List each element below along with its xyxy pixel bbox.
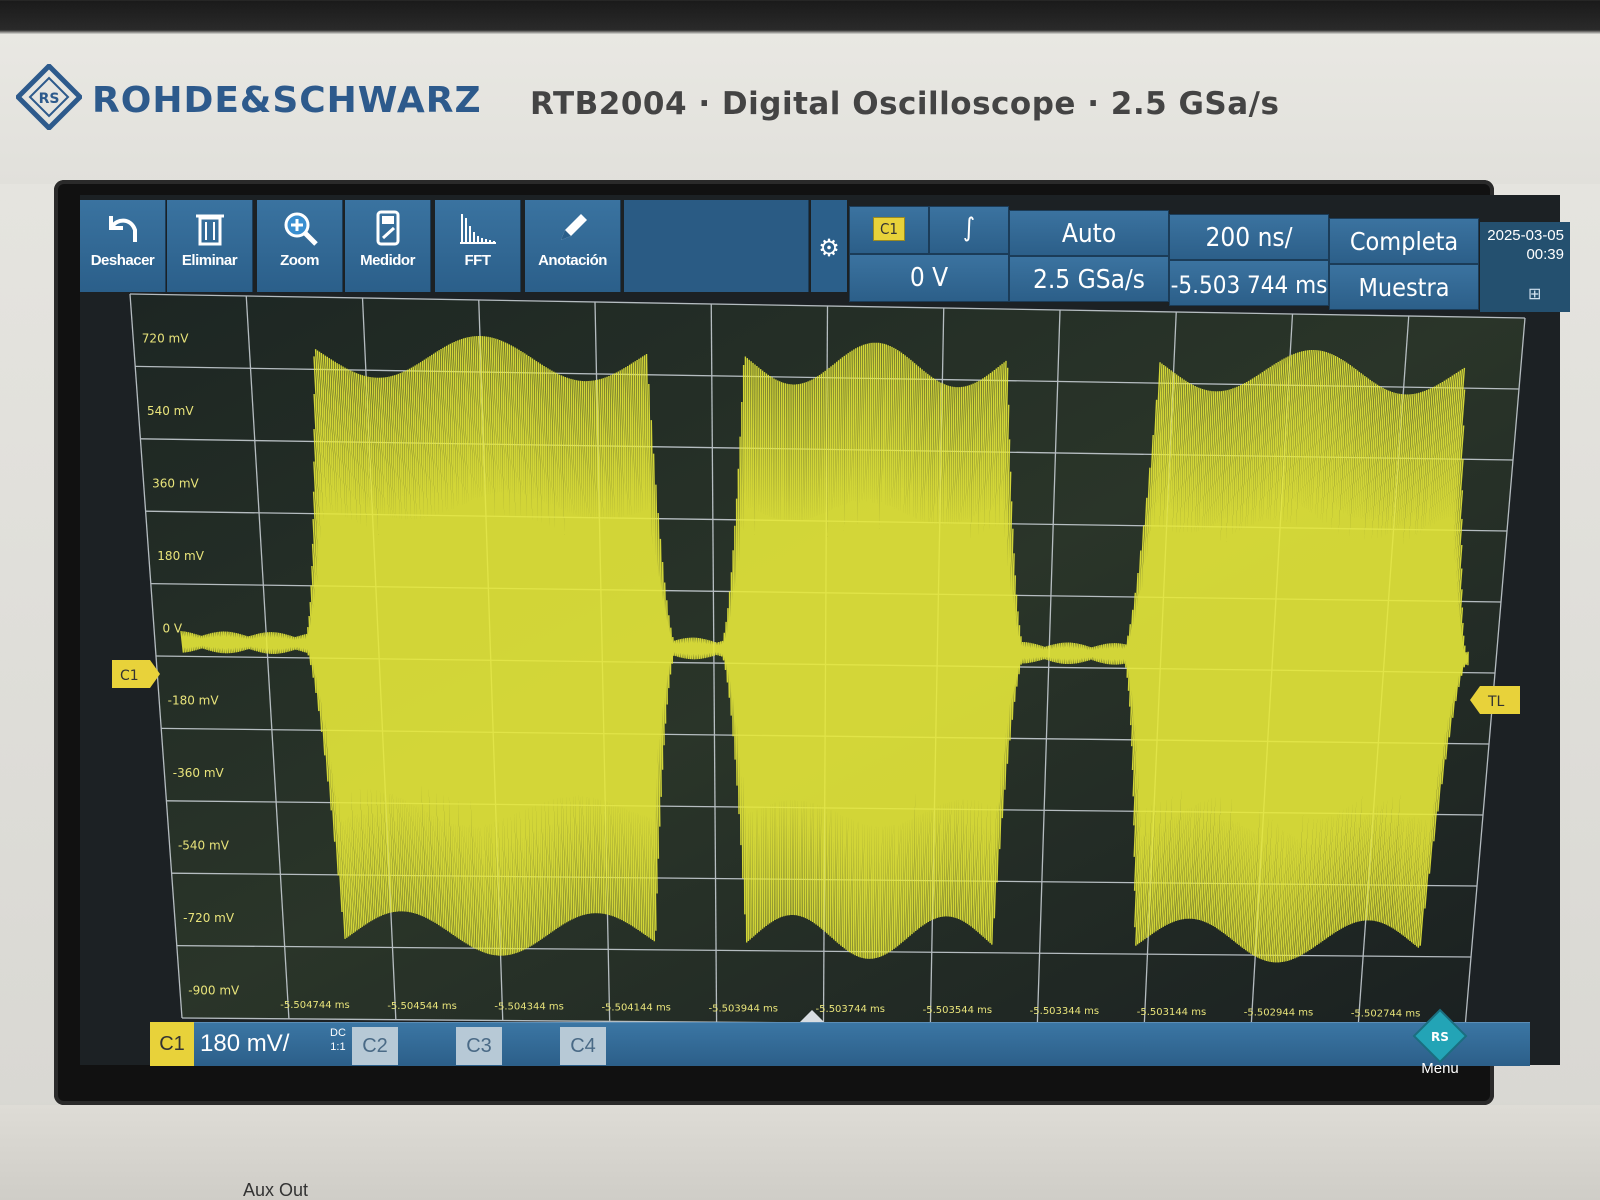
instrument-lower-panel — [0, 1105, 1600, 1200]
aux-out-label: Aux Out — [243, 1180, 309, 1200]
svg-text:RS: RS — [1431, 1030, 1449, 1044]
channel-3-button[interactable]: C3 — [456, 1027, 502, 1065]
x-axis-label: -5.503544 ms — [923, 1005, 992, 1016]
channel-1-coupling: DC 1:1 — [330, 1027, 346, 1053]
channel-1-button[interactable]: C1 — [150, 1022, 194, 1066]
trigger-level-marker[interactable]: TL — [1470, 686, 1520, 714]
y-axis-label: -360 mV — [173, 766, 225, 780]
menu-button[interactable]: RS Menu — [1400, 1008, 1480, 1088]
y-axis-label: 180 mV — [157, 549, 204, 563]
rs-menu-icon: RS — [1412, 1008, 1468, 1064]
svg-text:C1: C1 — [120, 668, 139, 684]
y-axis-label: -180 mV — [168, 694, 220, 708]
y-axis-label: 540 mV — [147, 404, 194, 418]
y-axis-label: 360 mV — [152, 477, 199, 491]
channel-4-button[interactable]: C4 — [560, 1027, 606, 1065]
x-axis-label: -5.502944 ms — [1244, 1008, 1313, 1019]
x-axis-label: -5.504144 ms — [601, 1003, 670, 1014]
y-axis-label: -540 mV — [178, 839, 230, 853]
channel-1-ground-marker[interactable]: C1 — [112, 660, 160, 688]
x-axis-label: -5.504344 ms — [494, 1002, 563, 1013]
x-axis-label: -5.503944 ms — [709, 1003, 778, 1014]
x-axis-label: -5.504744 ms — [280, 1000, 349, 1011]
x-axis-label: -5.503744 ms — [816, 1004, 885, 1015]
x-axis-label: -5.504544 ms — [387, 1001, 456, 1012]
channel-1-scale[interactable]: 180 mV/ — [200, 1030, 289, 1058]
waveform-path — [180, 335, 1469, 963]
y-axis-label: 720 mV — [142, 332, 189, 346]
y-axis-label: -720 mV — [183, 911, 235, 925]
channel-2-button[interactable]: C2 — [352, 1027, 398, 1065]
channel-1-trace — [180, 335, 1469, 963]
y-axis-label: 0 V — [162, 621, 182, 635]
x-axis-label: -5.503144 ms — [1137, 1007, 1206, 1018]
waveform-display[interactable]: 720 mV 540 mV 360 mV 180 mV 0 V -180 mV -360 m… — [0, 0, 1600, 1200]
svg-text:TL: TL — [1487, 694, 1505, 710]
y-axis-label: -900 mV — [188, 983, 240, 997]
x-axis-label: -5.503344 ms — [1030, 1006, 1099, 1017]
